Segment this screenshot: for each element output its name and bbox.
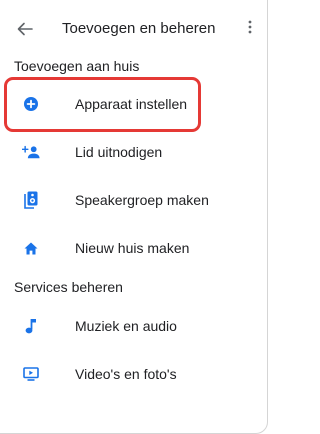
section-header-add-to-home: Toevoegen aan huis	[14, 58, 140, 74]
more-vertical-icon	[248, 20, 252, 39]
list-item-music-audio[interactable]: Muziek en audio	[0, 302, 267, 350]
arrow-left-icon	[17, 22, 33, 36]
video-screen-icon	[22, 365, 40, 383]
list-item-label: Video's en foto's	[75, 366, 177, 382]
list-item-create-new-home[interactable]: Nieuw huis maken	[0, 224, 267, 272]
more-options-button[interactable]	[241, 18, 259, 40]
list-item-videos-photos[interactable]: Video's en foto's	[0, 350, 267, 398]
app-bar: Toevoegen en beheren	[0, 0, 267, 56]
back-button[interactable]	[14, 18, 36, 40]
list-item-set-up-device[interactable]: Apparaat instellen	[0, 80, 267, 128]
home-icon	[22, 239, 40, 257]
person-add-icon	[22, 143, 40, 161]
list-item-label: Nieuw huis maken	[75, 240, 190, 256]
list-item-label: Muziek en audio	[75, 318, 177, 334]
section-header-manage-services: Services beheren	[14, 279, 123, 295]
speaker-group-icon	[22, 191, 40, 209]
phone-screen: Toevoegen en beheren Toevoegen aan huis …	[0, 0, 268, 434]
page-title: Toevoegen en beheren	[62, 20, 216, 37]
music-note-icon	[22, 317, 40, 335]
list-item-label: Lid uitnodigen	[75, 144, 163, 160]
list-item-label: Speakergroep maken	[75, 192, 209, 208]
list-item-label: Apparaat instellen	[75, 96, 188, 112]
list-item-create-speaker-group[interactable]: Speakergroep maken	[0, 176, 267, 224]
add-circle-icon	[22, 95, 40, 113]
list-item-invite-member[interactable]: Lid uitnodigen	[0, 128, 267, 176]
